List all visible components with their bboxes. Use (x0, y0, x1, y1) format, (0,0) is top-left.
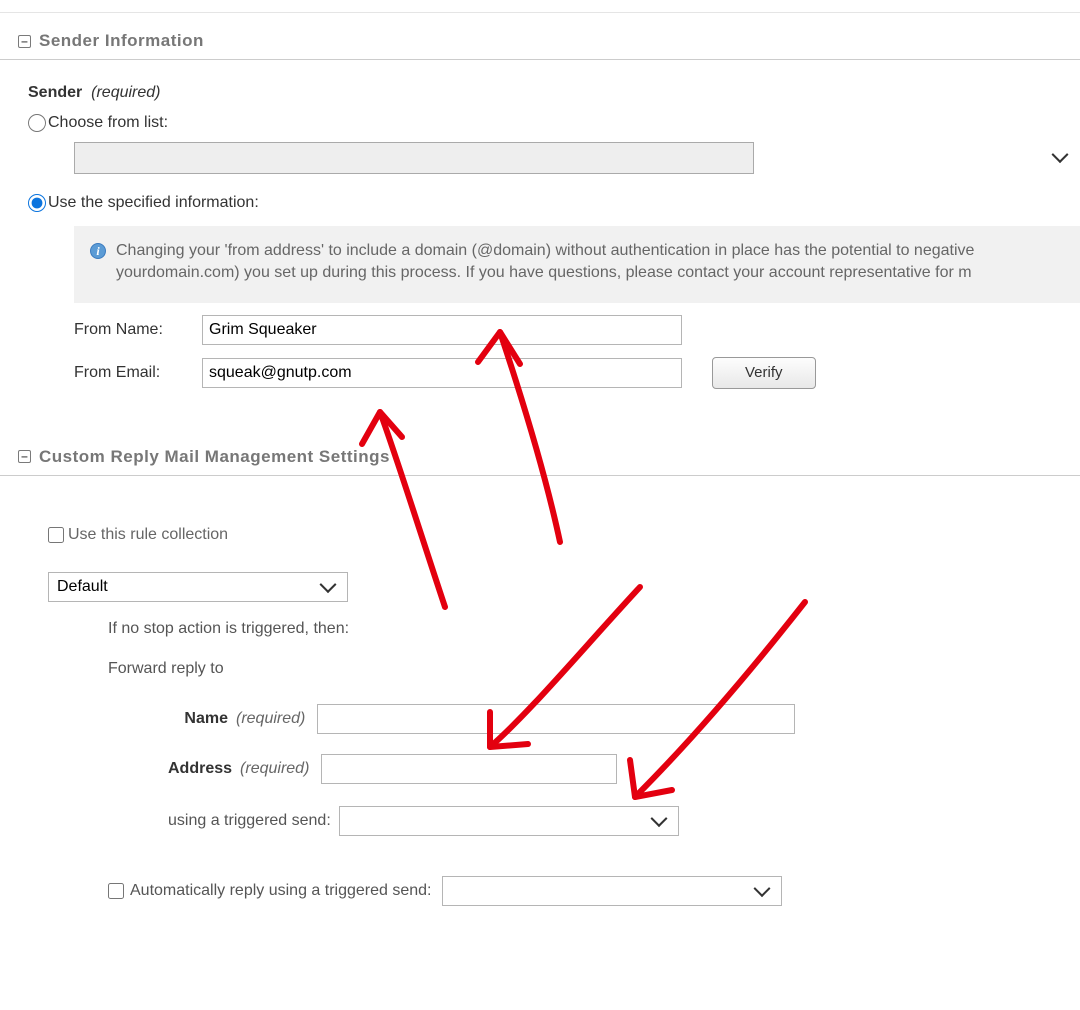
sender-info-body: Sender (required) Choose from list: Use … (0, 60, 1080, 417)
info-icon: i (90, 243, 106, 259)
triggered-send-select[interactable] (339, 806, 679, 836)
triggered-send-row: using a triggered send: (168, 806, 1080, 836)
sender-info-header: – Sender Information (0, 21, 1080, 60)
from-email-label: From Email: (74, 364, 196, 382)
from-name-row: From Name: (74, 315, 1080, 345)
auto-reply-label: Automatically reply using a triggered se… (130, 882, 432, 900)
choose-from-list-row: Choose from list: (28, 114, 1080, 132)
auto-reply-checkbox[interactable] (108, 883, 124, 899)
forward-address-row: Address (required) (168, 754, 1080, 784)
use-rule-collection-checkbox[interactable] (48, 527, 64, 543)
auto-reply-row: Automatically reply using a triggered se… (108, 876, 1080, 906)
sender-info-title: Sender Information (39, 31, 204, 51)
custom-reply-title: Custom Reply Mail Management Settings (39, 447, 390, 467)
top-divider (0, 12, 1080, 13)
info-banner: i Changing your 'from address' to includ… (74, 226, 1080, 303)
use-rule-collection-label: Use this rule collection (68, 526, 228, 544)
sender-label-row: Sender (required) (28, 84, 1080, 102)
sender-label: Sender (28, 84, 82, 101)
rule-collection-select[interactable]: Default (48, 572, 348, 602)
choose-from-list-label: Choose from list: (48, 114, 168, 132)
forward-name-input[interactable] (317, 704, 795, 734)
forward-name-required: (required) (236, 710, 305, 728)
minus-icon[interactable]: – (18, 450, 31, 463)
sender-list-select[interactable] (74, 142, 754, 174)
stop-action-text: If no stop action is triggered, then: (108, 620, 1080, 638)
use-specified-row: Use the specified information: (28, 194, 1080, 212)
forward-name-row: Name (required) (168, 704, 1080, 734)
forward-name-label: Name (168, 710, 228, 728)
minus-icon[interactable]: – (18, 35, 31, 48)
forward-address-required: (required) (240, 760, 309, 778)
custom-reply-header: – Custom Reply Mail Management Settings (0, 437, 1080, 476)
custom-reply-body: Use this rule collection Default If no s… (0, 476, 1080, 934)
from-name-input[interactable] (202, 315, 682, 345)
from-email-row: From Email: Verify (74, 357, 1080, 389)
forward-address-label: Address (168, 760, 232, 778)
forward-reply-text: Forward reply to (108, 660, 1080, 678)
forward-address-input[interactable] (321, 754, 617, 784)
use-specified-radio[interactable] (28, 194, 46, 212)
use-rule-collection-row: Use this rule collection (48, 526, 1080, 544)
using-triggered-label: using a triggered send: (168, 812, 331, 830)
from-email-input[interactable] (202, 358, 682, 388)
choose-from-list-radio[interactable] (28, 114, 46, 132)
use-specified-label: Use the specified information: (48, 194, 259, 212)
auto-reply-select[interactable] (442, 876, 782, 906)
sender-required: (required) (91, 84, 160, 101)
info-banner-text: Changing your 'from address' to include … (116, 240, 1064, 285)
verify-button[interactable]: Verify (712, 357, 816, 389)
from-name-label: From Name: (74, 321, 196, 339)
